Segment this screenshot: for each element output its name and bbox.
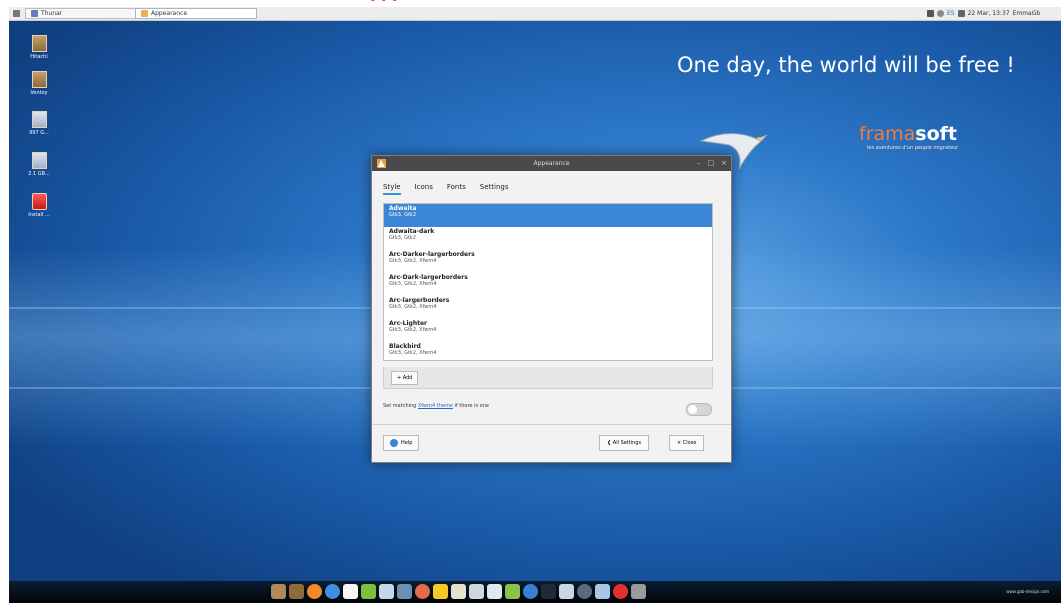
tab-settings[interactable]: Settings <box>480 183 509 195</box>
footer-credit: www.gab-design.com <box>1006 589 1049 594</box>
dock <box>271 579 646 599</box>
help-button[interactable]: Help <box>383 435 420 451</box>
installer-icon <box>31 193 47 210</box>
help-icon <box>390 439 398 447</box>
desktop-icon-label: 997 G... <box>29 130 49 136</box>
task-appearance[interactable]: Appearance <box>135 8 257 19</box>
minimize-icon[interactable]: – <box>697 159 701 167</box>
trash-icon[interactable] <box>631 584 646 599</box>
volume-icon[interactable] <box>957 10 965 17</box>
camera-icon[interactable] <box>577 584 592 599</box>
firefox-icon[interactable] <box>307 584 322 599</box>
drive-icon <box>31 152 47 169</box>
theme-item-arc-dark-largerborders[interactable]: Arc-Dark-largerborders Gtk3, Gtk2, Xfwm4 <box>384 273 712 296</box>
tab-style[interactable]: Style <box>383 183 401 195</box>
keyboard-layout[interactable]: ES <box>947 10 955 17</box>
close-button[interactable]: × Close <box>669 435 705 451</box>
match-xfwm4-toggle[interactable] <box>686 403 712 416</box>
user-name[interactable]: EmmaGb <box>1013 10 1041 17</box>
appearance-icon <box>141 10 148 17</box>
close-icon[interactable]: × <box>721 159 727 167</box>
theme-list-toolbar: + Add <box>383 367 713 389</box>
power-icon[interactable] <box>613 584 628 599</box>
match-xfwm4-label: Set matching Xfwm4 theme if there is one <box>383 403 489 409</box>
theme-item-adwaita[interactable]: Adwaita Gtk3, Gtk2 <box>384 204 712 227</box>
task-label: Appearance <box>151 10 188 17</box>
office-icon[interactable] <box>361 584 376 599</box>
desktop-icon-install[interactable]: Install ... <box>19 193 59 218</box>
tab-fonts[interactable]: Fonts <box>447 183 466 195</box>
framasoft-tagline: les aventures d'un peuple migrateur <box>867 145 959 151</box>
help-question-icon[interactable] <box>523 584 538 599</box>
package-manager-icon[interactable] <box>487 584 502 599</box>
drive-icon <box>31 111 47 128</box>
applications-menu-icon[interactable] <box>13 8 20 19</box>
theme-item-blackbird[interactable]: Blackbird Gtk3, Gtk2, Xfwm4 <box>384 342 712 360</box>
task-label: Thunar <box>41 10 63 17</box>
maximize-icon[interactable]: □ <box>708 159 715 167</box>
thunderbird-icon[interactable] <box>325 584 340 599</box>
desktop-icon-hitachi[interactable]: Hitachi <box>19 35 59 60</box>
tab-bar: Style Icons Fonts Settings <box>383 183 508 195</box>
screenshot-icon[interactable] <box>595 584 610 599</box>
theme-item-arc-darker-largerborders[interactable]: Arc-Darker-largerborders Gtk3, Gtk2, Xfw… <box>384 250 712 273</box>
file-manager-icon[interactable] <box>289 584 304 599</box>
tray: ES 22 Mar, 13:37 EmmaGb <box>927 8 1040 19</box>
xfwm4-theme-link[interactable]: Xfwm4 theme <box>418 403 453 409</box>
theme-item-arc-largerborders[interactable]: Arc-largerborders Gtk3, Gtk2, Xfwm4 <box>384 296 712 319</box>
drive-icon <box>31 35 47 52</box>
appearance-window: Appearance – □ × Style Icons Fonts Setti… <box>371 155 732 463</box>
theme-list[interactable]: Adwaita Gtk3, Gtk2 Adwaita-dark Gtk3, Gt… <box>383 203 713 361</box>
task-thunar[interactable]: Thunar <box>25 8 137 19</box>
theme-item-adwaita-dark[interactable]: Adwaita-dark Gtk3, Gtk2 <box>384 227 712 250</box>
framasoft-logo: framasoft <box>859 123 958 145</box>
network-icon[interactable] <box>937 10 944 17</box>
wallpaper-slogan: One day, the world will be free ! <box>677 53 1015 77</box>
home-folder-icon[interactable] <box>271 584 286 599</box>
desktop-icon-ventoy[interactable]: Ventoy <box>19 71 59 96</box>
footer-divider <box>372 424 731 425</box>
clock[interactable]: 22 Mar, 13:37 <box>968 10 1010 17</box>
window-title: Appearance <box>533 160 570 167</box>
all-settings-button[interactable]: ❮ All Settings <box>599 435 650 451</box>
desktop-icon-label: 2.1 GB... <box>28 171 50 177</box>
desktop-icon-2gb[interactable]: 2.1 GB... <box>19 152 59 177</box>
lock-icon[interactable] <box>927 10 934 17</box>
folder-icon <box>31 10 38 17</box>
settings-gear-icon[interactable] <box>469 584 484 599</box>
network-share-icon[interactable] <box>505 584 520 599</box>
top-panel: Thunar Appearance ES 22 Mar, 13:37 EmmaG… <box>9 7 1061 21</box>
favorites-star-icon[interactable] <box>433 584 448 599</box>
vlc-icon[interactable] <box>451 584 466 599</box>
image-viewer-icon[interactable] <box>379 584 394 599</box>
desktop: Thunar Appearance ES 22 Mar, 13:37 EmmaG… <box>9 7 1061 603</box>
desktop-icon-997g[interactable]: 997 G... <box>19 111 59 136</box>
software-center-icon[interactable] <box>415 584 430 599</box>
drive-icon <box>31 71 47 88</box>
mail-icon[interactable] <box>397 584 412 599</box>
desktop-icon-label: Install ... <box>28 212 50 218</box>
desktop-icon-label: Hitachi <box>30 54 48 60</box>
window-titlebar[interactable]: Appearance – □ × <box>372 156 731 171</box>
text-editor-icon[interactable] <box>343 584 358 599</box>
desktop-icon-label: Ventoy <box>30 90 48 96</box>
terminal-icon[interactable] <box>541 584 556 599</box>
display-settings-icon[interactable] <box>559 584 574 599</box>
add-theme-button[interactable]: + Add <box>391 371 419 385</box>
tab-icons[interactable]: Icons <box>415 183 433 195</box>
theme-item-arc-lighter[interactable]: Arc-Lighter Gtk3, Gtk2, Xfwm4 <box>384 319 712 342</box>
